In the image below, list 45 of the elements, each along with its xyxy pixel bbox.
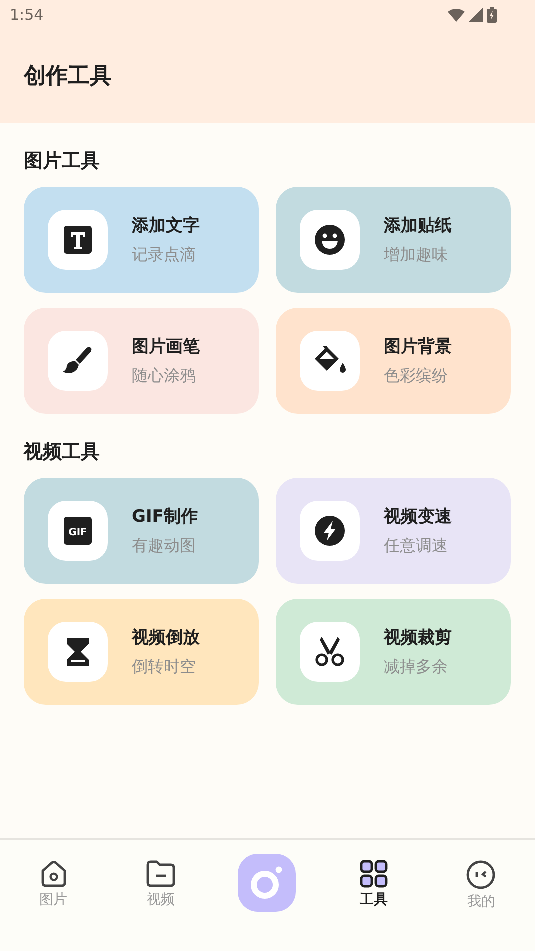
tool-card[interactable]: 图片画笔 随心涂鸦 bbox=[24, 308, 259, 414]
tool-title: 添加贴纸 bbox=[384, 215, 452, 237]
tool-title: 视频倒放 bbox=[132, 627, 200, 649]
camera-button[interactable] bbox=[238, 854, 296, 912]
page-title: 创作工具 bbox=[22, 63, 113, 91]
tool-title: 添加文字 bbox=[132, 215, 200, 237]
paint-bucket-icon bbox=[313, 346, 347, 376]
tool-card[interactable]: 视频倒放 倒转时空 bbox=[24, 599, 259, 705]
tool-card[interactable]: 视频变速 任意调速 bbox=[276, 478, 511, 584]
tool-title: 视频变速 bbox=[384, 506, 452, 528]
hourglass-icon bbox=[67, 638, 89, 666]
section-title: 图片工具 bbox=[24, 149, 101, 174]
status-time: 1:54 bbox=[10, 6, 44, 24]
face-icon bbox=[466, 860, 496, 890]
tool-title: 视频裁剪 bbox=[384, 627, 452, 649]
tool-card[interactable]: 添加贴纸 增加趣味 bbox=[276, 187, 511, 293]
battery-icon bbox=[487, 7, 497, 23]
tool-subtitle: 减掉多余 bbox=[384, 657, 449, 678]
folder-icon bbox=[146, 860, 176, 888]
text-icon bbox=[64, 226, 92, 254]
lightning-icon bbox=[315, 516, 345, 546]
tool-subtitle: 有趣动图 bbox=[132, 536, 197, 557]
tool-title: GIF制作 bbox=[132, 506, 198, 528]
tool-title: 图片画笔 bbox=[132, 336, 200, 358]
tool-card[interactable]: 添加文字 记录点滴 bbox=[24, 187, 259, 293]
section-title: 视频工具 bbox=[24, 440, 101, 465]
scissors-icon bbox=[315, 637, 345, 667]
wifi-icon bbox=[448, 8, 465, 22]
tool-subtitle: 记录点滴 bbox=[132, 245, 197, 266]
signal-icon bbox=[469, 8, 483, 22]
brush-icon bbox=[63, 346, 93, 376]
gif-icon: GIF bbox=[64, 517, 92, 545]
tool-subtitle: 倒转时空 bbox=[132, 657, 197, 678]
grid-icon bbox=[360, 860, 388, 888]
tool-card[interactable]: 图片背景 色彩缤纷 bbox=[276, 308, 511, 414]
home-icon bbox=[40, 860, 68, 888]
tool-title: 图片背景 bbox=[384, 336, 452, 358]
tool-subtitle: 随心涂鸦 bbox=[132, 366, 197, 387]
tool-subtitle: 色彩缤纷 bbox=[384, 366, 449, 387]
nav-tab[interactable]: 工具 bbox=[344, 854, 404, 909]
tool-subtitle: 任意调速 bbox=[384, 536, 449, 557]
tool-card[interactable]: GIF GIF制作 有趣动图 bbox=[24, 478, 259, 584]
smiley-icon bbox=[315, 225, 345, 255]
tool-subtitle: 增加趣味 bbox=[384, 245, 449, 266]
tool-card[interactable]: 视频裁剪 减掉多余 bbox=[276, 599, 511, 705]
